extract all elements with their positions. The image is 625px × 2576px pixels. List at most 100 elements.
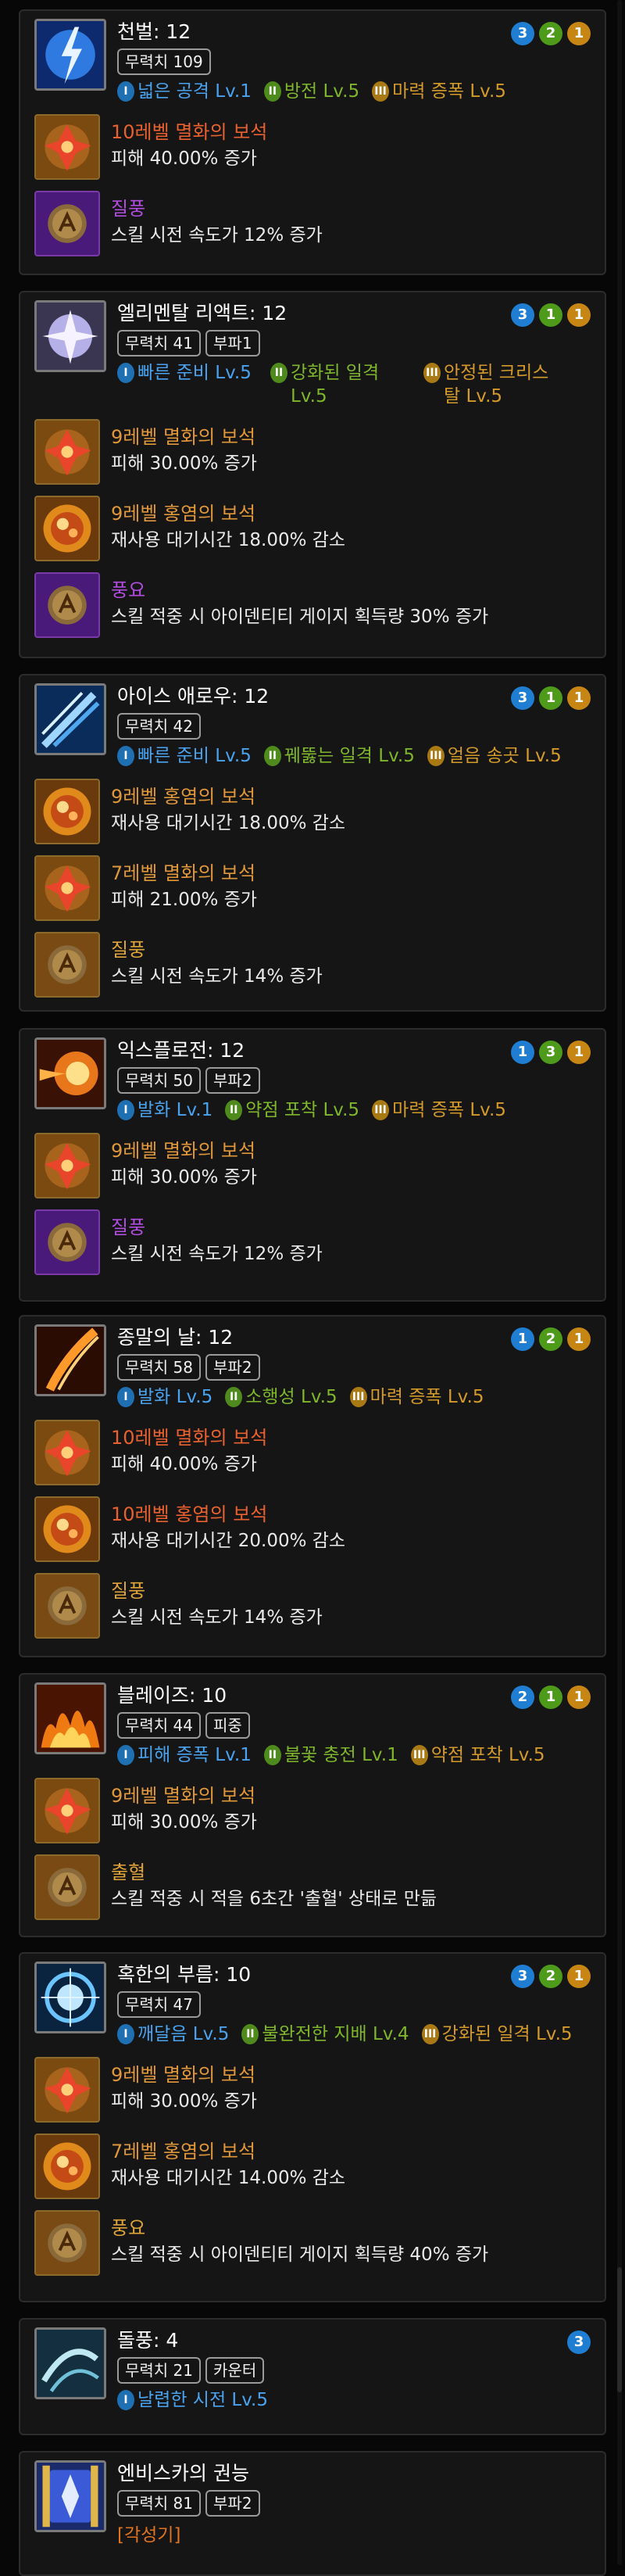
rune-icon[interactable]: [34, 191, 100, 256]
gem-row[interactable]: 9레벨 홍염의 보석 재사용 대기시간 18.00% 감소: [34, 779, 591, 844]
gem-icon[interactable]: [34, 1778, 100, 1843]
skill-card[interactable]: 천벌: 12 무력치 109 I 넓은 공격 Lv.1 II 방전 Lv.5 III 마력 증…: [19, 9, 606, 275]
skill-card[interactable]: 블레이즈: 10 무력치 44 피중 I 피해 증폭 Lv.1 II 불꽃 충전 Lv.1 I…: [19, 1673, 606, 1937]
rune-icon[interactable]: [34, 932, 100, 998]
gem-row[interactable]: 7레벨 멸화의 보석 피해 21.00% 증가: [34, 855, 591, 921]
gem-row[interactable]: 9레벨 홍염의 보석 재사용 대기시간 18.00% 감소: [34, 496, 591, 561]
tripod[interactable]: I 넓은 공격 Lv.1: [117, 80, 252, 103]
tripod-name: 방전 Lv.5: [284, 81, 360, 102]
gust-icon[interactable]: [34, 2327, 106, 2399]
tripod[interactable]: I 발화 Lv.1: [117, 1098, 212, 1122]
doomsday-icon[interactable]: [34, 1324, 106, 1396]
tripod[interactable]: III 마력 증폭 Lv.5: [349, 1385, 484, 1409]
gem-row[interactable]: 풍요 스킬 적중 시 아이덴티티 게이지 획득량 40% 증가: [34, 2210, 591, 2276]
tripod[interactable]: III 얼음 송곳 Lv.5: [427, 744, 562, 768]
skill-card[interactable]: 종말의 날: 12 무력치 58 부파2 I 발화 Lv.5 II 소행성 Lv.5 III 마…: [19, 1315, 606, 1657]
gem-icon[interactable]: [34, 114, 100, 180]
tripod-name: 강화된 일격 Lv.5: [441, 2024, 573, 2044]
tripod-name: 발화 Lv.1: [138, 1100, 213, 1120]
blaze-icon[interactable]: [34, 1682, 106, 1754]
skill-title: 엔비스카의 권능: [117, 2462, 249, 2485]
gem-icon[interactable]: [34, 419, 100, 485]
tripod-tier-icon: I: [117, 1745, 134, 1765]
explosion-icon[interactable]: [34, 1037, 106, 1109]
gem-icon[interactable]: [34, 2134, 100, 2199]
gem-icon[interactable]: [34, 1133, 100, 1198]
tripod[interactable]: II 불완전한 지배 Lv.4: [241, 2022, 409, 2046]
gem-row[interactable]: 9레벨 멸화의 보석 피해 30.00% 증가: [34, 2057, 591, 2123]
gem-row[interactable]: 질풍 스킬 시전 속도가 14% 증가: [34, 1573, 591, 1639]
gem-row[interactable]: 10레벨 멸화의 보석 피해 40.00% 증가: [34, 114, 591, 180]
tripod[interactable]: I 날렵한 시전 Lv.5: [117, 2388, 268, 2412]
tripod-tier-icon: II: [263, 746, 281, 766]
gem-row[interactable]: 10레벨 멸화의 보석 피해 40.00% 증가: [34, 1420, 591, 1485]
tripod[interactable]: II 소행성 Lv.5: [225, 1385, 338, 1409]
skill-card[interactable]: 익스플로전: 12 무력치 50 부파2 I 발화 Lv.1 II 약점 포착 Lv.5 II…: [19, 1028, 606, 1302]
level-badge: 1: [539, 1686, 562, 1709]
gem-effect: 스킬 시전 속도가 12% 증가: [111, 225, 323, 245]
tripod[interactable]: III 약점 포착 Lv.5: [410, 1743, 545, 1767]
skill-card[interactable]: 엘리멘탈 리액트: 12 무력치 41 부파1 I 빠른 준비 Lv.5 II 강화된 일격…: [19, 291, 606, 658]
envisca-icon[interactable]: [34, 2460, 106, 2532]
skill-card[interactable]: 엔비스카의 권능 무력치 81 부파2 [각성기]: [19, 2451, 606, 2576]
tripod[interactable]: III 마력 증폭 Lv.5: [372, 1098, 506, 1122]
rune-icon[interactable]: [34, 1573, 100, 1639]
tripod[interactable]: I 깨달음 Lv.5: [117, 2022, 229, 2046]
tripod[interactable]: II 강화된 일격 Lv.5: [270, 361, 411, 408]
frost-call-icon[interactable]: [34, 1962, 106, 2033]
level-badge: 2: [539, 1965, 562, 1988]
lightning-icon[interactable]: [34, 19, 106, 91]
scroll-thumb[interactable]: [617, 2267, 622, 2392]
gem-row[interactable]: 출혈 스킬 적중 시 적을 6초간 '출혈' 상태로 만듦: [34, 1854, 591, 1920]
skill-card[interactable]: 돌풍: 4 무력치 21 카운터 I 날렵한 시전 Lv.5 3: [19, 2318, 606, 2435]
rune-icon[interactable]: [34, 1209, 100, 1275]
tripod[interactable]: II 약점 포착 Lv.5: [225, 1098, 359, 1122]
gem-effect: 재사용 대기시간 18.00% 감소: [111, 813, 346, 833]
scrollbar[interactable]: [617, 0, 622, 2565]
gem-row[interactable]: 9레벨 멸화의 보석 피해 30.00% 증가: [34, 1778, 591, 1843]
skill-card[interactable]: 혹한의 부름: 10 무력치 47 I 깨달음 Lv.5 II 불완전한 지배 Lv.4 I…: [19, 1952, 606, 2302]
tripod-tier-icon: I: [117, 81, 134, 102]
tripod[interactable]: I 빠른 준비 Lv.5: [117, 361, 258, 408]
gem-icon[interactable]: [34, 779, 100, 844]
rune-icon[interactable]: [34, 2210, 100, 2276]
rune-icon[interactable]: [34, 572, 100, 638]
gem-icon[interactable]: [34, 2057, 100, 2123]
tripod[interactable]: III 마력 증폭 Lv.5: [372, 80, 506, 103]
tripod-name: 꿰뚫는 일격 Lv.5: [284, 746, 415, 766]
tripod[interactable]: III 안정된 크리스탈 Lv.5: [423, 361, 564, 408]
tripod-tier-icon: II: [241, 2024, 259, 2044]
gem-row[interactable]: 질풍 스킬 시전 속도가 14% 증가: [34, 932, 591, 998]
gem-row[interactable]: 10레벨 홍염의 보석 재사용 대기시간 20.00% 감소: [34, 1496, 591, 1562]
tripod[interactable]: II 꿰뚫는 일격 Lv.5: [263, 744, 415, 768]
tripod[interactable]: I 피해 증폭 Lv.1: [117, 1743, 252, 1767]
tripod[interactable]: II 불꽃 충전 Lv.1: [263, 1743, 398, 1767]
gem-icon[interactable]: [34, 1420, 100, 1485]
gem-icon[interactable]: [34, 496, 100, 561]
gem-row[interactable]: 풍요 스킬 적중 시 아이덴티티 게이지 획득량 30% 증가: [34, 572, 591, 638]
level-badge: 2: [539, 1327, 562, 1351]
gem-row[interactable]: 9레벨 멸화의 보석 피해 30.00% 증가: [34, 1133, 591, 1198]
tripod[interactable]: II 방전 Lv.5: [263, 80, 360, 103]
tripod[interactable]: III 강화된 일격 Lv.5: [421, 2022, 573, 2046]
tripod[interactable]: I 빠른 준비 Lv.5: [117, 744, 252, 768]
gem-row[interactable]: 9레벨 멸화의 보석 피해 30.00% 증가: [34, 419, 591, 485]
tripod[interactable]: I 발화 Lv.5: [117, 1385, 212, 1409]
skill-header: 엘리멘탈 리액트: 12 무력치 41 부파1 I 빠른 준비 Lv.5 II 강화된 일격…: [34, 300, 591, 408]
gem-effect: 스킬 시전 속도가 12% 증가: [111, 1244, 323, 1264]
gem-name: 질풍: [111, 1580, 146, 1602]
skill-card[interactable]: 아이스 애로우: 12 무력치 42 I 빠른 준비 Lv.5 II 꿰뚫는 일격 Lv.…: [19, 674, 606, 1012]
gem-row[interactable]: 질풍 스킬 시전 속도가 12% 증가: [34, 191, 591, 256]
tripod-list: I 날렵한 시전 Lv.5: [117, 2388, 591, 2412]
awakening-label: [각성기]: [117, 2525, 181, 2546]
gem-row[interactable]: 7레벨 홍염의 보석 재사용 대기시간 14.00% 감소: [34, 2134, 591, 2199]
ice-arrow-icon[interactable]: [34, 683, 106, 755]
rune-icon[interactable]: [34, 1854, 100, 1920]
gem-icon[interactable]: [34, 855, 100, 921]
crystal-burst-icon[interactable]: [34, 300, 106, 372]
skill-header: 익스플로전: 12 무력치 50 부파2 I 발화 Lv.1 II 약점 포착 Lv.5 II…: [34, 1037, 591, 1122]
tripod-tier-icon: II: [270, 363, 288, 383]
level-badges: 211: [511, 1686, 591, 1709]
gem-icon[interactable]: [34, 1496, 100, 1562]
gem-row[interactable]: 질풍 스킬 시전 속도가 12% 증가: [34, 1209, 591, 1275]
